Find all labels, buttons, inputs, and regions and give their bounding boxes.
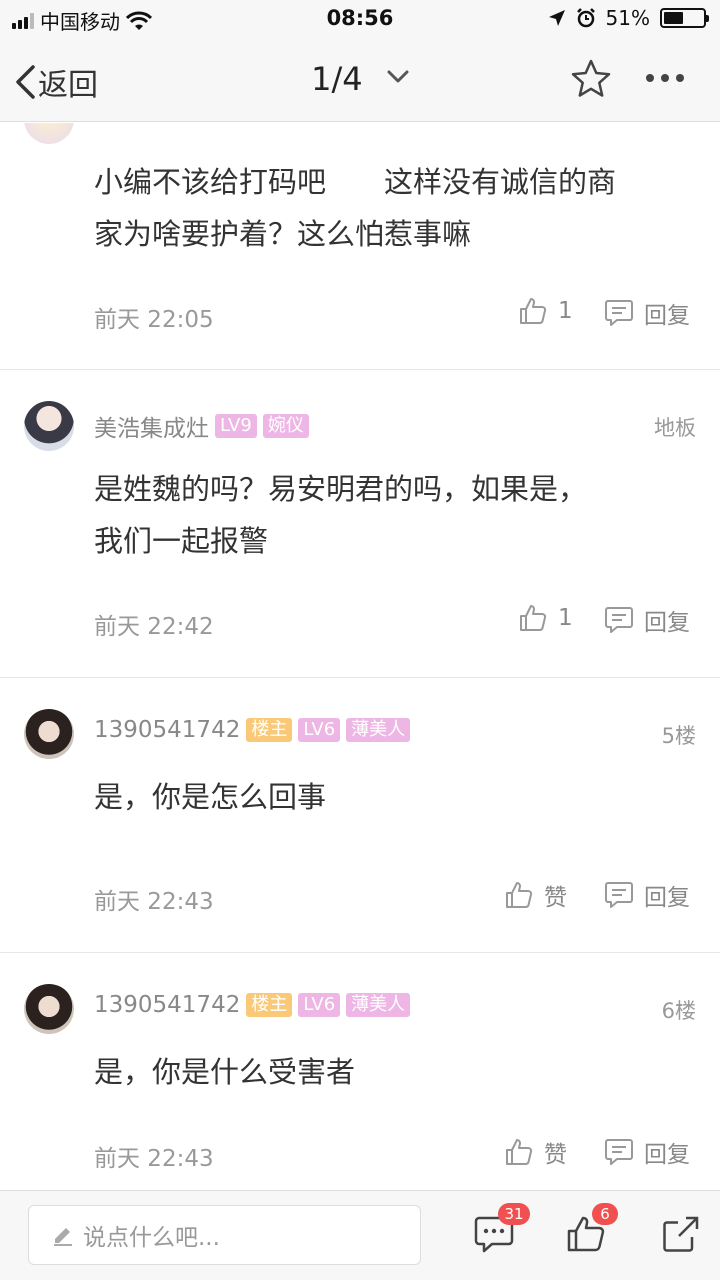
owner-badge: 楼主 bbox=[246, 718, 293, 742]
comment-text: 是姓魏的吗？易安明君的吗，如果是， 我们一起报警 bbox=[94, 463, 694, 567]
comment-item: 小编不该给打码吧 这样没有诚信的商 家为啥要护着？这么怕惹事嘛 前天 22:05… bbox=[0, 123, 720, 370]
reply-label: 回复 bbox=[644, 1142, 690, 1168]
comment-line: 家为啥要护着？这么怕惹事嘛 bbox=[94, 217, 472, 251]
thumbs-up-icon bbox=[520, 298, 547, 324]
location-icon bbox=[548, 10, 565, 26]
like-button[interactable]: 赞 bbox=[504, 878, 567, 912]
username[interactable]: 1390541742 bbox=[94, 992, 240, 1018]
avatar[interactable] bbox=[24, 401, 74, 451]
star-icon[interactable] bbox=[570, 58, 612, 100]
comment-text: 小编不该给打码吧 这样没有诚信的商 家为啥要护着？这么怕惹事嘛 bbox=[94, 156, 694, 260]
like-label: 赞 bbox=[544, 1142, 567, 1168]
comment-line: 是，你是什么受害者 bbox=[94, 1055, 356, 1089]
comment-list[interactable]: 小编不该给打码吧 这样没有诚信的商 家为啥要护着？这么怕惹事嘛 前天 22:05… bbox=[0, 123, 720, 1190]
comment-item: 1390541742 楼主 LV6 薄美人 5楼 是，你是怎么回事 前天 22:… bbox=[0, 678, 720, 953]
reply-bubble-icon bbox=[605, 300, 633, 326]
comment-header: 美浩集成灶 LV9 婉仪 bbox=[94, 409, 309, 443]
comment-time: 前天 22:42 bbox=[94, 614, 214, 640]
like-button[interactable]: 1 bbox=[518, 603, 573, 633]
level-badge: LV6 bbox=[298, 993, 341, 1017]
avatar[interactable] bbox=[24, 123, 74, 144]
reply-button[interactable]: 回复 bbox=[604, 1135, 690, 1169]
pencil-icon bbox=[54, 1228, 72, 1246]
bottom-bar: 说点什么吧... 31 6 bbox=[0, 1190, 720, 1280]
reply-bubble-icon bbox=[605, 1139, 633, 1165]
username[interactable]: 1390541742 bbox=[94, 717, 240, 743]
like-label: 赞 bbox=[544, 885, 567, 911]
nav-bar: 返回 1/4 bbox=[0, 40, 720, 122]
owner-badge: 楼主 bbox=[246, 993, 293, 1017]
battery-icon bbox=[660, 8, 709, 28]
comment-count-badge: 31 bbox=[498, 1203, 530, 1225]
comment-line: 我们一起报警 bbox=[94, 524, 269, 558]
avatar[interactable] bbox=[24, 709, 74, 759]
level-badge: LV9 bbox=[215, 414, 257, 438]
comment-input[interactable]: 说点什么吧... bbox=[28, 1205, 421, 1265]
comment-header: 1390541742 楼主 LV6 薄美人 bbox=[94, 992, 411, 1018]
avatar[interactable] bbox=[24, 984, 74, 1034]
comment-line: 是，你是怎么回事 bbox=[94, 780, 327, 814]
reply-button[interactable]: 回复 bbox=[604, 878, 690, 912]
comment-item: 美浩集成灶 LV9 婉仪 地板 是姓魏的吗？易安明君的吗，如果是， 我们一起报警… bbox=[0, 370, 720, 678]
reply-label: 回复 bbox=[644, 610, 690, 636]
comment-line: 小编不该给打码吧 这样没有诚信的商 bbox=[94, 165, 617, 199]
like-button[interactable]: 1 bbox=[518, 296, 573, 326]
comment-time: 前天 22:05 bbox=[94, 307, 214, 333]
reply-button[interactable]: 回复 bbox=[604, 296, 690, 330]
comment-item: 1390541742 楼主 LV6 薄美人 6楼 是，你是什么受害者 前天 22… bbox=[0, 953, 720, 1190]
more-icon[interactable] bbox=[646, 74, 684, 82]
like-count-badge: 6 bbox=[592, 1203, 618, 1225]
alarm-icon bbox=[576, 8, 595, 28]
comment-header: 1390541742 楼主 LV6 薄美人 bbox=[94, 717, 411, 743]
floor-label: 6楼 bbox=[661, 999, 696, 1023]
comment-time: 前天 22:43 bbox=[94, 889, 214, 915]
status-right: 51% bbox=[548, 6, 709, 30]
comment-time: 前天 22:43 bbox=[94, 1146, 214, 1172]
floor-label: 地板 bbox=[654, 416, 696, 440]
reply-bubble-icon bbox=[605, 607, 633, 633]
floor-label: 5楼 bbox=[661, 724, 696, 748]
page-indicator-label: 1/4 bbox=[311, 60, 363, 98]
comment-input-placeholder: 说点什么吧... bbox=[83, 1225, 220, 1251]
comment-count-button[interactable]: 31 bbox=[474, 1203, 530, 1257]
title-badge: 薄美人 bbox=[346, 993, 411, 1017]
username[interactable]: 美浩集成灶 bbox=[94, 409, 209, 443]
thumbs-up-icon bbox=[506, 1139, 533, 1165]
share-icon[interactable] bbox=[662, 1215, 700, 1253]
reply-label: 回复 bbox=[644, 885, 690, 911]
level-badge: LV6 bbox=[298, 718, 341, 742]
reply-label: 回复 bbox=[644, 303, 690, 329]
thumbs-up-icon bbox=[520, 605, 547, 631]
status-bar: 中国移动 08:56 51% bbox=[0, 0, 720, 40]
chevron-down-icon bbox=[387, 70, 409, 83]
page-indicator[interactable]: 1/4 bbox=[0, 60, 720, 98]
reply-bubble-icon bbox=[605, 882, 633, 908]
like-count: 1 bbox=[558, 298, 573, 324]
reply-button[interactable]: 回复 bbox=[604, 603, 690, 637]
title-badge: 婉仪 bbox=[262, 414, 309, 438]
battery-percent: 51% bbox=[605, 6, 650, 30]
like-count: 1 bbox=[558, 605, 573, 631]
like-post-button[interactable]: 6 bbox=[566, 1203, 618, 1257]
comment-text: 是，你是怎么回事 bbox=[94, 771, 694, 823]
comment-line: 是姓魏的吗？易安明君的吗，如果是， bbox=[94, 472, 588, 506]
title-badge: 薄美人 bbox=[346, 718, 411, 742]
thumbs-up-icon bbox=[506, 882, 533, 908]
like-button[interactable]: 赞 bbox=[504, 1135, 567, 1169]
comment-text: 是，你是什么受害者 bbox=[94, 1046, 694, 1098]
